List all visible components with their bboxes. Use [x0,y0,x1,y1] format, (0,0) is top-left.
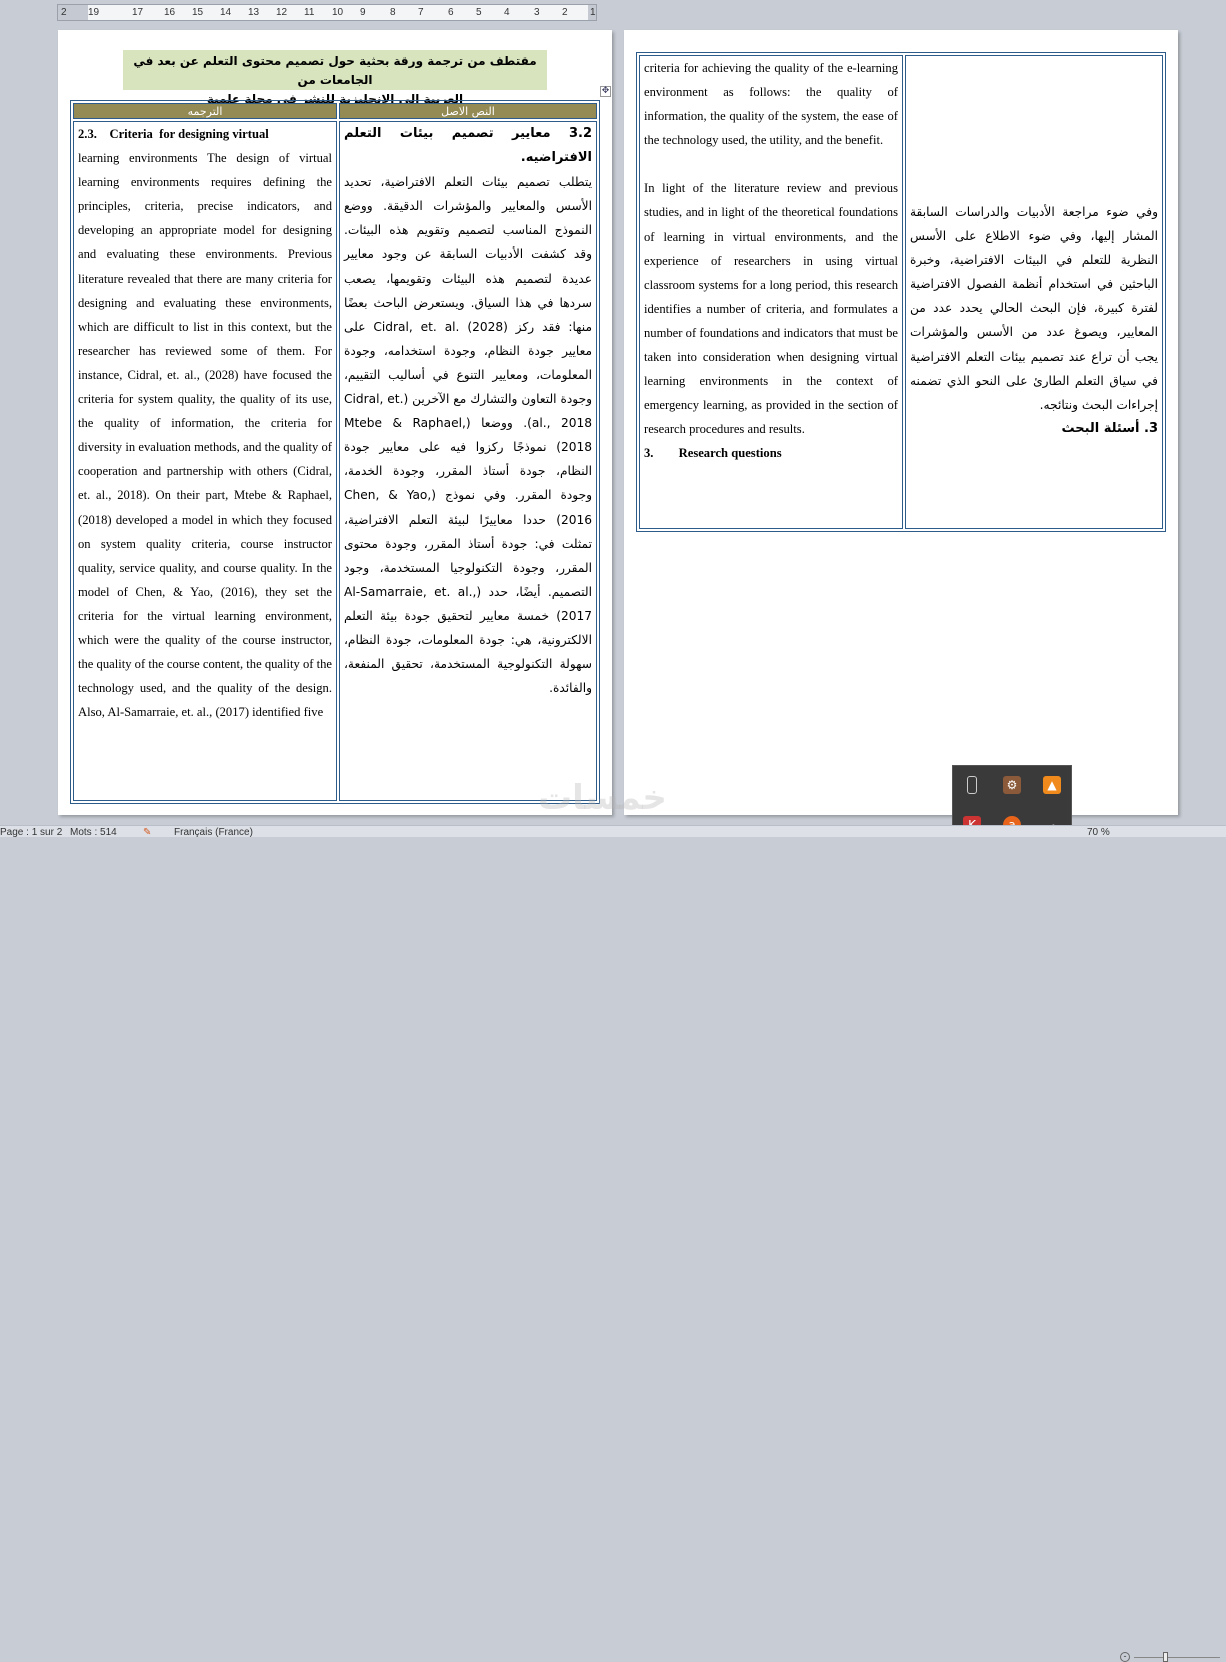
ruler-tick-label: 13 [248,7,260,18]
zoom-level[interactable]: 70 % [1087,827,1110,838]
language[interactable]: Français (France) [174,827,253,838]
spellcheck-icon[interactable]: ✎ [143,827,151,838]
original-cell[interactable]: 3.2 معايير تصميم بيئات التعلم الافتراضيه… [339,121,597,801]
ruler-tick-label: 19 [88,7,100,18]
vlc-icon[interactable]: ▲ [1043,776,1061,794]
ruler-tick-label: 1 [590,7,596,18]
ruler-tick-label: 3 [534,7,540,18]
en-paragraph-2: In light of the literature review and pr… [644,181,898,437]
translation-table: الترجمه النص الاصل 2.3. Criteria for des… [70,100,600,804]
en-body: learning environments The design of virt… [78,151,332,720]
translation-cell[interactable]: criteria for achieving the quality of th… [639,55,903,529]
app-tray-icon[interactable]: ⚙ [1003,776,1021,794]
ruler-tick-label: 11 [304,7,315,18]
ruler-tick-label: 2 [61,7,67,18]
ruler-tick-label: 8 [390,7,396,18]
en-section-heading: 3. Research questions [644,446,782,461]
translation-table-continued: criteria for achieving the quality of th… [636,52,1166,532]
original-cell[interactable]: وفي ضوء مراجعة الأدبيات والدراسات السابق… [905,55,1163,529]
ruler-tick-label: 6 [448,7,454,18]
ar-paragraph: وفي ضوء مراجعة الأدبيات والدراسات السابق… [910,205,1158,412]
document-page-1[interactable]: مقتطف من ترجمة ورقة بحثية حول تصميم محتو… [58,30,612,815]
watermark-logo: خمسات [538,778,667,818]
ruler-tick-label: 16 [164,7,176,18]
status-bar: Page : 1 sur 2 Mots : 514 ✎ Français (Fr… [0,825,1226,1662]
ruler-tick-label: 2 [562,7,568,18]
ruler-tick-label: 10 [332,7,344,18]
usb-device-icon[interactable] [967,776,977,794]
translation-cell[interactable]: 2.3. Criteria for designing virtual lear… [73,121,337,801]
ruler-tick-label: 12 [276,7,288,18]
header-original: النص الاصل [339,103,597,119]
zoom-thumb[interactable] [1163,1652,1168,1662]
en-heading: 2.3. Criteria for designing virtual [78,127,269,141]
ruler-tick-label: 17 [132,7,144,18]
page-count[interactable]: Page : 1 sur 2 [0,827,62,838]
ar-body: يتطلب تصميم بيئات التعلم الافتراضية، تحد… [344,175,592,696]
ar-section-heading: 3. أسئلة البحث [1061,420,1158,436]
ar-heading: 3.2 معايير تصميم بيئات التعلم الافتراضيه… [344,126,592,166]
title-box: مقتطف من ترجمة ورقة بحثية حول تصميم محتو… [123,50,547,106]
document-page-2[interactable]: criteria for achieving the quality of th… [624,30,1178,815]
ruler-tick-label: 9 [360,7,366,18]
horizontal-ruler[interactable]: 2 19 17 16 15 14 13 12 11 10 9 8 7 6 5 4 3 2 1 [57,4,597,21]
word-count[interactable]: Mots : 514 [70,827,117,838]
ruler-tick-label: 4 [504,7,510,18]
table-move-handle-icon[interactable]: ✥ [600,86,611,97]
ruler-tick-label: 5 [476,7,482,18]
ruler-tick-label: 14 [220,7,232,18]
title-line-1: مقتطف من ترجمة ورقة بحثية حول تصميم محتو… [133,54,537,87]
header-translation: الترجمه [73,103,337,119]
ruler-tick-label: 15 [192,7,204,18]
ruler-tick-label: 7 [418,7,424,18]
en-paragraph-1: criteria for achieving the quality of th… [644,61,898,148]
zoom-out-icon[interactable]: - [1120,1652,1130,1662]
zoom-slider[interactable]: - [1120,1652,1220,1662]
zoom-track [1134,1657,1220,1658]
